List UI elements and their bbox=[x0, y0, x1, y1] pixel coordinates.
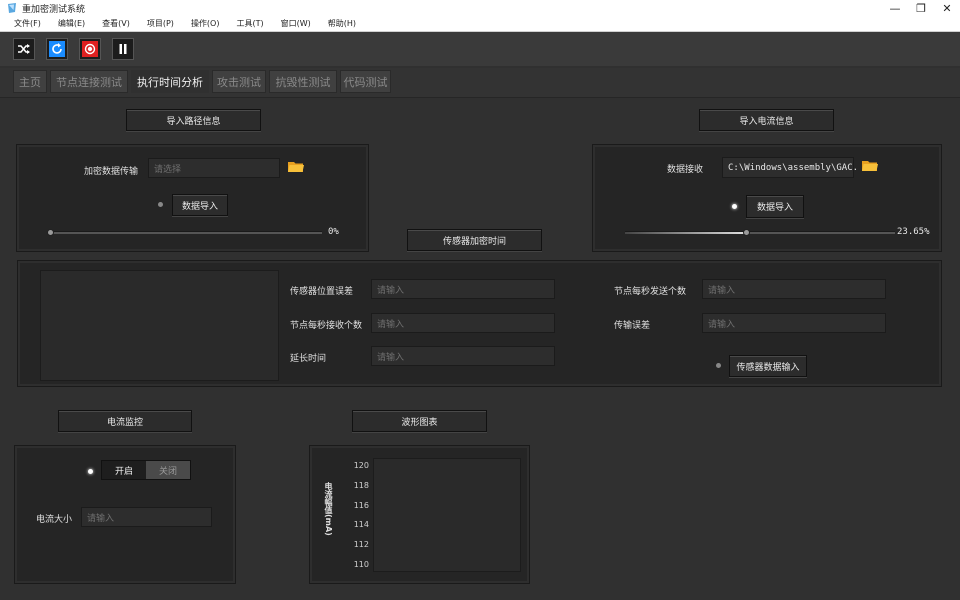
refresh-icon bbox=[49, 41, 65, 57]
current-path-value: C:\Windows\assembly\GAC. bbox=[728, 162, 859, 173]
monitor-radio[interactable] bbox=[88, 469, 93, 474]
tab-code[interactable]: 代码测试 bbox=[340, 70, 391, 93]
shuffle-button[interactable] bbox=[13, 38, 35, 60]
path-select-input[interactable]: 请选择 bbox=[148, 158, 280, 178]
import-current-button[interactable]: 导入电流信息 bbox=[699, 109, 834, 131]
position-error-label: 传感器位置误差 bbox=[290, 287, 354, 297]
tab-home[interactable]: 主页 bbox=[13, 70, 47, 93]
current-progress-text: 23.65% bbox=[897, 227, 930, 237]
monitor-panel: 开启 关闭 电流大小 请输入 bbox=[14, 445, 236, 584]
record-button[interactable] bbox=[79, 38, 101, 60]
path-import-radio[interactable] bbox=[158, 202, 163, 207]
waveform-chart-button[interactable]: 波形图表 bbox=[352, 410, 487, 432]
title-bar: 重加密测试系统 — ❐ ✕ bbox=[0, 0, 960, 16]
send-rate-input[interactable]: 请输入 bbox=[702, 279, 886, 299]
path-progress-text: 0% bbox=[328, 227, 339, 237]
chart-y-tick: 110 bbox=[353, 560, 369, 569]
sensor-data-input-button[interactable]: 传感器数据输入 bbox=[729, 355, 807, 377]
chart-y-tick: 116 bbox=[353, 500, 369, 510]
chart-y-tick: 114 bbox=[353, 520, 369, 530]
tab-node-connection[interactable]: 节点连接测试 bbox=[50, 70, 128, 93]
chart-y-tick: 112 bbox=[353, 540, 369, 550]
chart-y-tick: 118 bbox=[353, 480, 369, 490]
menu-window[interactable]: 窗口(W) bbox=[281, 18, 311, 29]
close-button[interactable]: ✕ bbox=[934, 0, 960, 16]
current-import-radio[interactable] bbox=[732, 204, 737, 209]
current-size-input[interactable]: 请输入 bbox=[81, 507, 212, 527]
sensor-preview-area bbox=[40, 270, 279, 381]
menu-tools[interactable]: 工具(T) bbox=[236, 18, 263, 29]
record-icon bbox=[82, 41, 98, 57]
waveform-panel: 电流幅值(mA) 120 118 116 114 112 110 bbox=[309, 445, 530, 584]
current-panel: 数据接收 C:\Windows\assembly\GAC. 数据导入 23.65… bbox=[592, 144, 942, 252]
position-error-placeholder: 请输入 bbox=[377, 285, 405, 296]
menu-file[interactable]: 文件(F) bbox=[14, 18, 41, 29]
tab-survivability[interactable]: 抗毁性测试 bbox=[269, 70, 337, 93]
receive-rate-label: 节点每秒接收个数 bbox=[290, 321, 363, 331]
import-path-button[interactable]: 导入路径信息 bbox=[126, 109, 261, 131]
tab-bar: 主页 节点连接测试 执行时间分析 攻击测试 抗毁性测试 代码测试 bbox=[0, 68, 960, 98]
current-path-input[interactable]: C:\Windows\assembly\GAC. bbox=[722, 157, 858, 178]
menu-help[interactable]: 帮助(H) bbox=[328, 18, 356, 29]
minimize-button[interactable]: — bbox=[882, 0, 908, 16]
path-progress-slider[interactable] bbox=[47, 229, 322, 236]
receive-rate-placeholder: 请输入 bbox=[377, 319, 405, 330]
delay-time-placeholder: 请输入 bbox=[377, 352, 405, 363]
waveform-plot-area bbox=[373, 458, 521, 572]
folder-icon[interactable] bbox=[862, 159, 878, 172]
chart-y-axis-label: 电流幅值(mA) bbox=[324, 482, 333, 536]
path-panel: 加密数据传输 请选择 数据导入 0% bbox=[16, 144, 369, 252]
refresh-button[interactable] bbox=[46, 38, 68, 60]
encrypted-transfer-label: 加密数据传输 bbox=[84, 167, 139, 177]
menu-edit[interactable]: 编辑(E) bbox=[58, 18, 85, 29]
receive-rate-input[interactable]: 请输入 bbox=[371, 313, 555, 333]
pause-icon bbox=[119, 44, 127, 54]
menu-bar: 文件(F) 编辑(E) 查看(V) 项目(P) 操作(O) 工具(T) 窗口(W… bbox=[0, 16, 960, 32]
current-monitor-button[interactable]: 电流监控 bbox=[58, 410, 192, 432]
monitor-on-option[interactable]: 开启 bbox=[102, 461, 146, 479]
current-progress-thumb[interactable] bbox=[743, 229, 751, 236]
path-progress-thumb[interactable] bbox=[47, 229, 54, 236]
sensor-form-panel: 传感器位置误差 请输入 节点每秒接收个数 请输入 延长时间 请输入 节点每秒发送… bbox=[17, 260, 942, 387]
delay-time-input[interactable]: 请输入 bbox=[371, 346, 555, 366]
app-logo-icon bbox=[8, 3, 16, 13]
send-rate-placeholder: 请输入 bbox=[708, 285, 736, 296]
transfer-error-input[interactable]: 请输入 bbox=[702, 313, 886, 333]
folder-icon[interactable] bbox=[288, 160, 304, 173]
path-import-button[interactable]: 数据导入 bbox=[172, 194, 228, 216]
monitor-toggle[interactable]: 开启 关闭 bbox=[101, 460, 191, 480]
sensor-encrypt-time-button[interactable]: 传感器加密时间 bbox=[407, 229, 542, 251]
tab-attack[interactable]: 攻击测试 bbox=[212, 70, 266, 93]
menu-operation[interactable]: 操作(O) bbox=[191, 18, 220, 29]
current-progress-fill bbox=[625, 232, 747, 234]
current-progress-slider[interactable] bbox=[625, 229, 895, 236]
toolbar bbox=[0, 32, 960, 66]
pause-button[interactable] bbox=[112, 38, 134, 60]
data-receive-label: 数据接收 bbox=[667, 165, 704, 175]
tab-execution-time[interactable]: 执行时间分析 bbox=[131, 70, 209, 93]
current-size-placeholder: 请输入 bbox=[87, 513, 115, 524]
transfer-error-placeholder: 请输入 bbox=[708, 319, 736, 330]
send-rate-label: 节点每秒发送个数 bbox=[614, 287, 687, 297]
window-title: 重加密测试系统 bbox=[22, 4, 86, 15]
menu-project[interactable]: 项目(P) bbox=[147, 18, 174, 29]
delay-time-label: 延长时间 bbox=[290, 354, 327, 364]
position-error-input[interactable]: 请输入 bbox=[371, 279, 555, 299]
sensor-input-radio[interactable] bbox=[716, 363, 721, 368]
restore-button[interactable]: ❐ bbox=[908, 0, 934, 16]
shuffle-icon bbox=[18, 44, 30, 54]
current-import-button[interactable]: 数据导入 bbox=[746, 195, 804, 218]
transfer-error-label: 传输误差 bbox=[614, 321, 651, 331]
path-select-placeholder: 请选择 bbox=[154, 164, 182, 175]
monitor-off-option[interactable]: 关闭 bbox=[146, 461, 190, 479]
current-size-label: 电流大小 bbox=[36, 515, 73, 525]
menu-view[interactable]: 查看(V) bbox=[102, 18, 130, 29]
chart-y-tick: 120 bbox=[353, 461, 369, 470]
